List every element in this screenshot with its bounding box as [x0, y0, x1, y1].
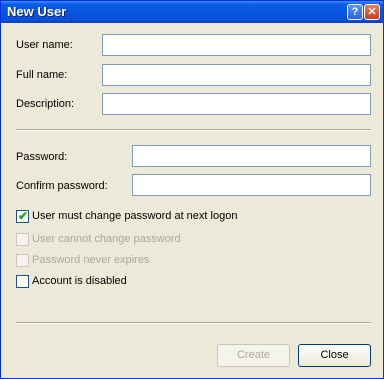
- separator-bottom: [16, 322, 371, 324]
- new-user-dialog: New User ? ✕ User name: Full name: Descr…: [0, 0, 384, 379]
- username-field[interactable]: [102, 34, 371, 56]
- confirm-password-field[interactable]: [132, 174, 371, 196]
- title-bar[interactable]: New User ? ✕: [1, 1, 383, 23]
- create-button: Create: [217, 344, 290, 367]
- fullname-field[interactable]: [102, 64, 371, 86]
- password-never-expires-label: Password never expires: [32, 254, 150, 266]
- confirm-password-label: Confirm password:: [16, 180, 108, 192]
- password-field[interactable]: [132, 145, 371, 167]
- cannot-change-password-checkbox: [16, 233, 29, 246]
- account-disabled-label[interactable]: Account is disabled: [32, 275, 127, 287]
- help-icon: ?: [351, 6, 359, 18]
- description-field[interactable]: [102, 93, 371, 115]
- password-label: Password:: [16, 151, 68, 163]
- fullname-label: Full name:: [16, 69, 68, 81]
- close-window-button[interactable]: ✕: [364, 4, 380, 20]
- close-icon: ✕: [367, 6, 377, 18]
- username-label: User name:: [16, 39, 73, 51]
- account-disabled-checkbox[interactable]: [16, 275, 29, 288]
- must-change-password-checkbox[interactable]: ✔: [16, 209, 29, 223]
- password-never-expires-checkbox: [16, 254, 29, 267]
- close-button[interactable]: Close: [298, 344, 371, 367]
- window-title: New User: [7, 4, 67, 19]
- description-label: Description:: [16, 98, 75, 110]
- must-change-password-label[interactable]: User must change password at next logon: [32, 210, 237, 222]
- separator-top: [16, 129, 371, 131]
- checkmark-icon: ✔: [18, 209, 29, 223]
- cannot-change-password-label: User cannot change password: [32, 233, 181, 245]
- help-button[interactable]: ?: [347, 4, 363, 20]
